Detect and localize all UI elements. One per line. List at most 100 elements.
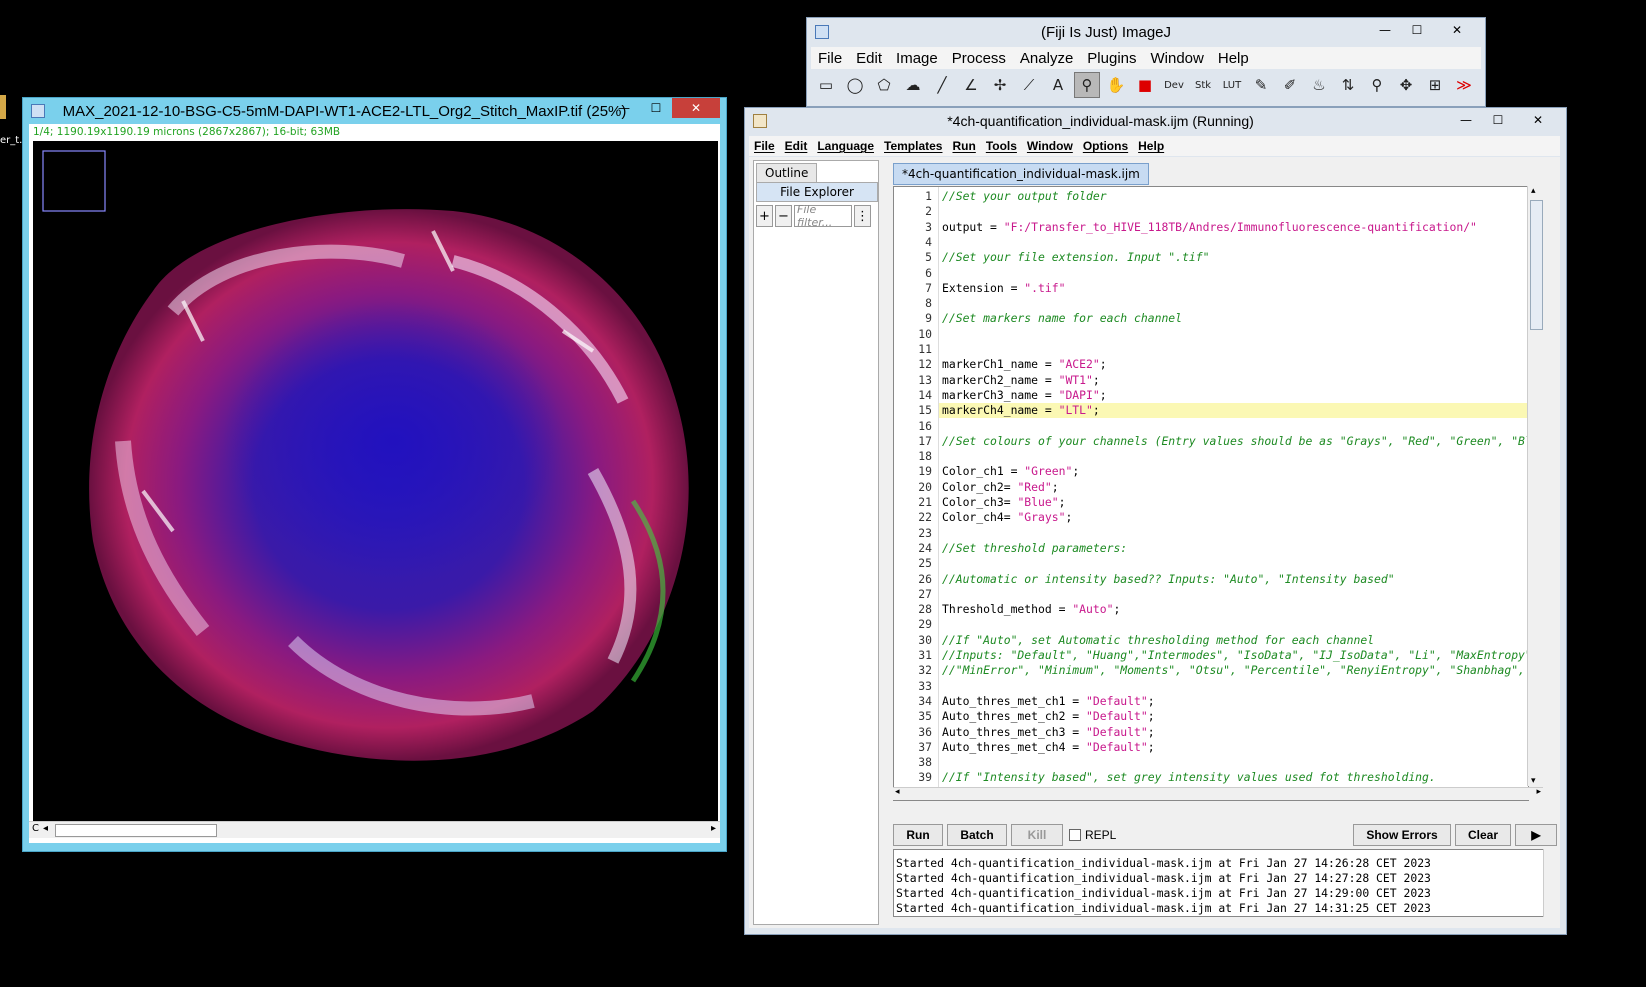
minimize-button[interactable]: — xyxy=(608,98,640,118)
menu-image[interactable]: Image xyxy=(889,50,945,67)
rectangle-tool-icon[interactable]: ▭ xyxy=(813,72,839,98)
lut-menu-icon[interactable]: LUT xyxy=(1219,72,1245,98)
remove-folder-button[interactable]: − xyxy=(775,205,792,227)
menu-process[interactable]: Process xyxy=(945,50,1013,67)
line-number: 30 xyxy=(918,632,932,647)
dev-menu-icon[interactable]: Dev xyxy=(1161,72,1187,98)
scroll-right-arrow[interactable]: ▸ xyxy=(711,823,716,834)
polygon-tool-icon[interactable]: ⬠ xyxy=(871,72,897,98)
minimize-button[interactable]: — xyxy=(1369,20,1401,40)
clear-button[interactable]: Clear xyxy=(1455,824,1511,846)
code-horizontal-scrollbar[interactable]: ◂ ▸ xyxy=(893,787,1543,800)
editor-window-controls: — ☐ ✕ xyxy=(1450,110,1562,130)
play-button[interactable]: ▶ xyxy=(1515,824,1557,846)
zoom-tool-icon[interactable]: ⚲ xyxy=(1364,72,1390,98)
editor-menu-language[interactable]: Language xyxy=(812,139,879,153)
close-button[interactable]: ✕ xyxy=(1514,110,1562,130)
kill-button[interactable]: Kill xyxy=(1011,824,1063,846)
scroll-right-arrow[interactable]: ▸ xyxy=(1536,787,1541,797)
stk-menu-icon[interactable]: Stk xyxy=(1190,72,1216,98)
editor-titlebar[interactable]: *4ch-quantification_individual-mask.ijm … xyxy=(745,108,1566,134)
image-canvas[interactable] xyxy=(33,141,718,821)
sync-tool-icon[interactable]: ⇅ xyxy=(1335,72,1361,98)
scroll-up-arrow[interactable]: ▴ xyxy=(1531,186,1536,196)
line-number: 14 xyxy=(918,387,932,402)
angle-tool-icon[interactable]: ∠ xyxy=(958,72,984,98)
menu-file[interactable]: File xyxy=(811,50,849,67)
run-button[interactable]: Run xyxy=(893,824,943,846)
show-errors-button[interactable]: Show Errors xyxy=(1353,824,1451,846)
more-tools-icon[interactable]: ≫ xyxy=(1451,72,1477,98)
point-tool-icon[interactable]: ✢ xyxy=(987,72,1013,98)
menu-plugins[interactable]: Plugins xyxy=(1080,50,1143,67)
desktop-folder-icon[interactable] xyxy=(0,95,6,119)
code-line: //Inputs: "Default", "Huang","Intermodes… xyxy=(942,648,1529,662)
line-number: 19 xyxy=(918,464,932,479)
code-line: //Set threshold parameters: xyxy=(942,540,1128,555)
add-folder-button[interactable]: + xyxy=(756,205,773,227)
editor-menu-options[interactable]: Options xyxy=(1078,139,1133,153)
scroll-thumb[interactable] xyxy=(55,824,217,837)
freehand-tool-icon[interactable]: ☁ xyxy=(900,72,926,98)
image-channel-scrollbar[interactable]: C ◂ ▸ xyxy=(29,821,720,838)
editor-menu-edit[interactable]: Edit xyxy=(780,139,813,153)
maximize-button[interactable]: ☐ xyxy=(1401,20,1433,40)
console-scrollbar[interactable] xyxy=(1543,849,1558,917)
editor-menu-file[interactable]: File xyxy=(749,139,780,153)
line-number: 4 xyxy=(925,234,932,249)
menu-analyze[interactable]: Analyze xyxy=(1013,50,1080,67)
line-tool-icon[interactable]: ╱ xyxy=(929,72,955,98)
close-button[interactable]: ✕ xyxy=(672,98,720,118)
code-vertical-scrollbar[interactable]: ▴ ▾ xyxy=(1527,186,1544,786)
maximize-button[interactable]: ☐ xyxy=(640,98,672,118)
scroll-down-arrow[interactable]: ▾ xyxy=(1531,776,1536,786)
menu-help[interactable]: Help xyxy=(1211,50,1256,67)
close-button[interactable]: ✕ xyxy=(1433,20,1481,40)
editor-menu-tools[interactable]: Tools xyxy=(981,139,1022,153)
tab-outline[interactable]: Outline xyxy=(756,163,818,183)
file-filter-input[interactable]: File filter... xyxy=(794,203,852,229)
editor-menu-templates[interactable]: Templates xyxy=(879,139,947,153)
color-picker-tool-icon[interactable]: ■ xyxy=(1132,72,1158,98)
scroll-left-arrow[interactable]: ◂ xyxy=(895,787,900,797)
editor-menu-help[interactable]: Help xyxy=(1133,139,1169,153)
tab-file-explorer[interactable]: File Explorer xyxy=(756,182,878,202)
imagej-title: (Fiji Is Just) ImageJ xyxy=(1040,23,1172,41)
image-panel: 1/4; 1190.19x1190.19 microns (2867x2867)… xyxy=(29,124,720,843)
hand-tool-icon[interactable]: ✋ xyxy=(1103,72,1129,98)
line-number: 29 xyxy=(918,617,932,632)
code-editor[interactable]: 1 2 3 4 5 6 7 8 9 10 11 12 13 14 15 16 17 18 19 20 21 22 23 24 2… xyxy=(893,186,1529,801)
scroll-left-arrow[interactable]: ◂ xyxy=(43,823,48,834)
imagej-main-window[interactable]: (Fiji Is Just) ImageJ — ☐ ✕ File Edit Im… xyxy=(806,17,1486,107)
output-console[interactable]: Started 4ch-quantification_individual-ma… xyxy=(893,849,1555,917)
batch-button[interactable]: Batch xyxy=(947,824,1007,846)
navigation-box[interactable] xyxy=(42,150,106,212)
flood-fill-tool-icon[interactable]: ♨ xyxy=(1306,72,1332,98)
move-tool-icon[interactable]: ✥ xyxy=(1393,72,1419,98)
editor-menu-window[interactable]: Window xyxy=(1022,139,1078,153)
editor-menu-run[interactable]: Run xyxy=(947,139,980,153)
pencil-tool-icon[interactable]: ✎ xyxy=(1248,72,1274,98)
line-number: 38 xyxy=(918,755,932,770)
menu-window[interactable]: Window xyxy=(1144,50,1211,67)
magnifier-tool-icon[interactable]: ⚲ xyxy=(1074,72,1100,98)
tab-script-file[interactable]: *4ch-quantification_individual-mask.ijm xyxy=(893,163,1149,185)
maximize-button[interactable]: ☐ xyxy=(1482,110,1514,130)
text-tool-icon[interactable]: A xyxy=(1045,72,1071,98)
console-line: Started 4ch-quantification_individual-ma… xyxy=(896,901,1431,915)
repl-checkbox[interactable] xyxy=(1069,829,1081,841)
script-editor-window[interactable]: *4ch-quantification_individual-mask.ijm … xyxy=(744,107,1567,935)
code-line: markerCh3_name = "DAPI"; xyxy=(942,387,1107,402)
line-number: 25 xyxy=(918,556,932,571)
minimize-button[interactable]: — xyxy=(1450,110,1482,130)
menu-edit[interactable]: Edit xyxy=(849,50,889,67)
brush-tool-icon[interactable]: ✐ xyxy=(1277,72,1303,98)
oval-tool-icon[interactable]: ◯ xyxy=(842,72,868,98)
tree-tool-icon[interactable]: ⊞ xyxy=(1422,72,1448,98)
scroll-thumb[interactable] xyxy=(1530,200,1543,330)
imagej-app-icon xyxy=(31,104,45,118)
file-options-button[interactable]: ⋮ xyxy=(854,205,871,227)
line-number: 27 xyxy=(918,586,932,601)
wand-tool-icon[interactable]: ⟋ xyxy=(1016,72,1042,98)
image-window[interactable]: MAX_2021-12-10-BSG-C5-5mM-DAPI-WT1-ACE2-… xyxy=(22,97,727,852)
